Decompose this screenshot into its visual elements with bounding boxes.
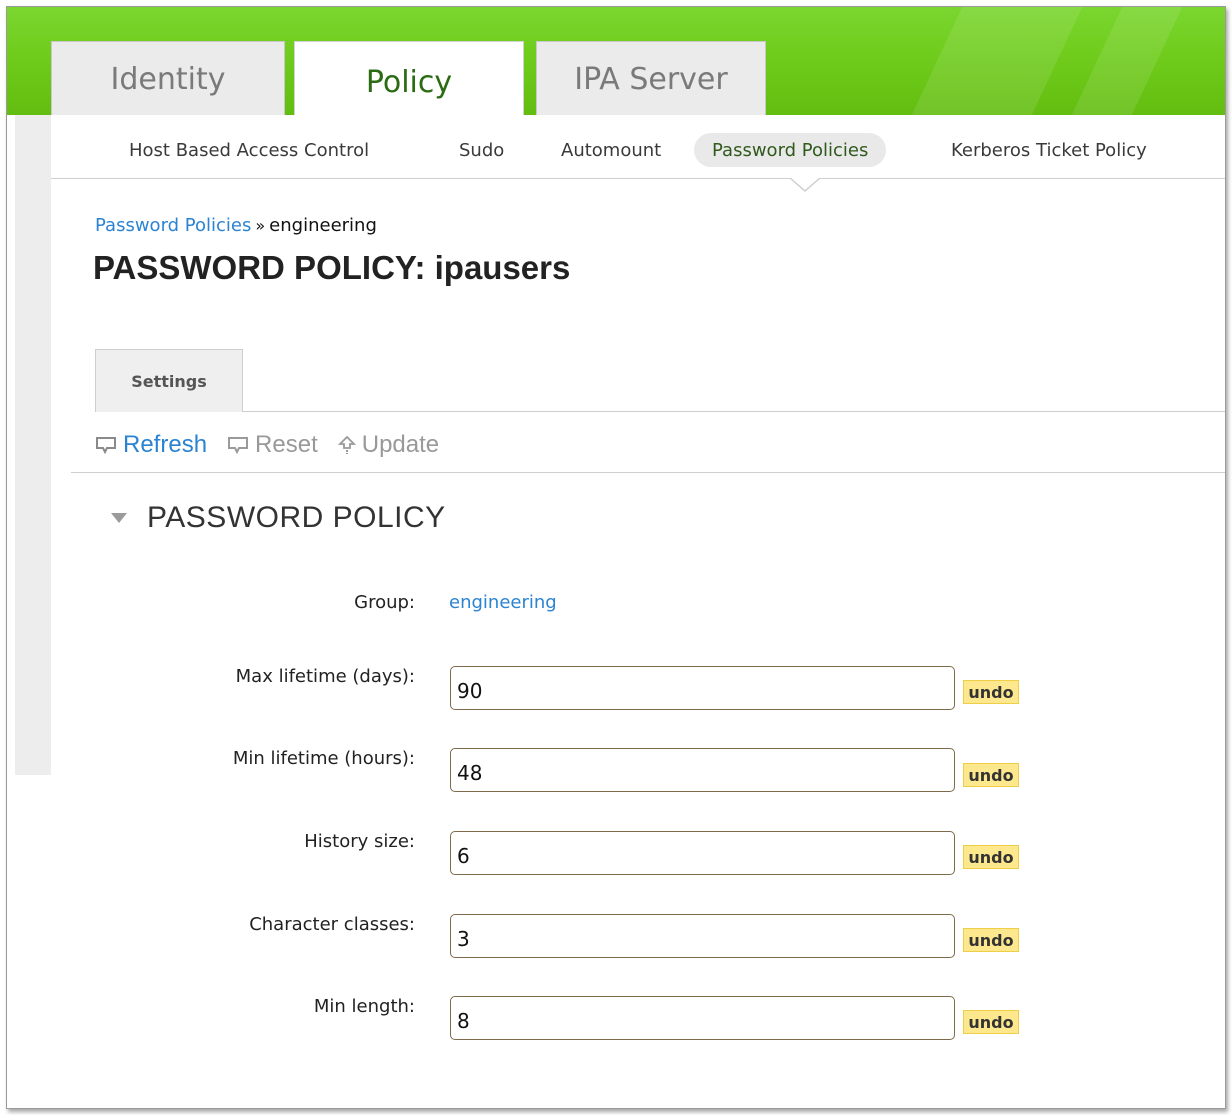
action-bar: Refresh Reset Update [95,425,439,465]
min-length-undo-button[interactable]: undo [963,1010,1019,1034]
subnav-password-policies[interactable]: Password Policies [694,133,887,167]
max-lifetime-label: Max lifetime (days): [235,666,415,687]
left-margin [15,115,51,775]
tab-settings[interactable]: Settings [95,349,243,412]
min-lifetime-input[interactable] [450,748,955,792]
max-lifetime-undo-button[interactable]: undo [963,680,1019,704]
breadcrumb-separator: » [255,216,266,235]
update-button[interactable]: Update [337,431,440,459]
refresh-icon [96,437,116,454]
tab-identity[interactable]: Identity [51,41,285,119]
history-size-input[interactable] [450,831,955,875]
tab-policy[interactable]: Policy [294,41,524,123]
sub-navigation: Host Based Access Control Sudo Automount… [51,115,1225,179]
subnav-host-based-access-control[interactable]: Host Based Access Control [111,133,387,167]
breadcrumb-parent-link[interactable]: Password Policies [95,215,251,236]
app-window: Identity Policy IPA Server Host Based Ac… [6,6,1226,1109]
subnav-kerberos-ticket-policy[interactable]: Kerberos Ticket Policy [933,133,1165,167]
subnav-pointer-inner [790,177,820,190]
page-title: PASSWORD POLICY: ipausers [93,249,571,286]
min-length-input[interactable] [450,996,955,1040]
breadcrumb-current: engineering [269,215,377,236]
facet-divider [95,411,1225,412]
history-size-undo-button[interactable]: undo [963,845,1019,869]
update-arrow-icon [337,435,356,454]
group-label: Group: [354,592,415,613]
collapse-triangle-icon [111,513,127,523]
action-divider [71,472,1225,473]
min-lifetime-label: Min lifetime (hours): [232,748,415,769]
subnav-sudo[interactable]: Sudo [441,133,522,167]
min-lifetime-undo-button[interactable]: undo [963,763,1019,787]
tab-ipa-server[interactable]: IPA Server [536,41,766,119]
section-header-password-policy[interactable]: PASSWORD POLICY [111,501,446,535]
character-classes-input[interactable] [450,914,955,958]
update-label: Update [361,431,440,458]
character-classes-undo-button[interactable]: undo [963,928,1019,952]
breadcrumb: Password Policies» engineering [95,215,377,236]
character-classes-label: Character classes: [249,914,415,935]
refresh-button[interactable]: Refresh [95,431,207,459]
max-lifetime-input[interactable] [450,666,955,710]
reset-button[interactable]: Reset [227,431,318,459]
group-link[interactable]: engineering [449,592,557,613]
refresh-label: Refresh [123,431,208,458]
min-length-label: Min length: [313,996,415,1017]
history-size-label: History size: [304,831,415,852]
reset-label: Reset [255,431,318,458]
section-title: PASSWORD POLICY [147,501,446,534]
header-decoration [911,7,1083,115]
subnav-automount[interactable]: Automount [543,133,679,167]
reset-icon [228,437,249,454]
header-decoration [1071,7,1183,115]
